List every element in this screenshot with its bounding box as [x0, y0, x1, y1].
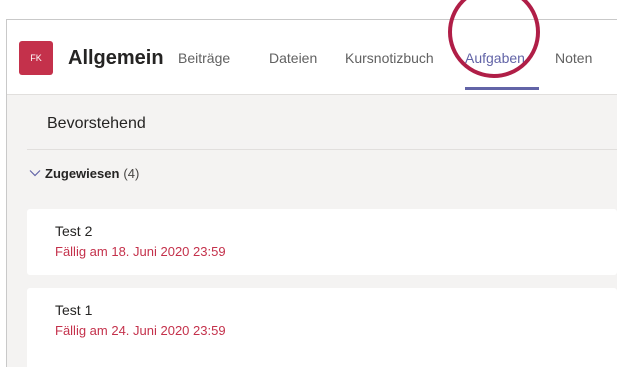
assignment-title: Test 1: [55, 302, 93, 318]
group-count: (4): [123, 165, 140, 181]
group-label: Zugewiesen: [45, 165, 120, 181]
section-divider: [27, 149, 617, 150]
tab-noten[interactable]: Noten: [555, 41, 592, 75]
tab-aufgaben[interactable]: Aufgaben: [465, 41, 525, 75]
group-toggle[interactable]: Zugewiesen (4): [29, 163, 139, 183]
assignment-due-date: Fällig am 18. Juni 2020 23:59: [55, 244, 226, 259]
tab-dateien[interactable]: Dateien: [269, 41, 317, 75]
tab-beitraege[interactable]: Beiträge: [178, 41, 230, 75]
chevron-down-icon: [29, 170, 41, 177]
tab-kursnotizbuch[interactable]: Kursnotizbuch: [345, 41, 434, 75]
teams-window: FK Allgemein Beiträge Dateien Kursnotizb…: [6, 19, 617, 367]
channel-name: Allgemein: [68, 47, 164, 69]
active-tab-indicator: [465, 87, 539, 90]
assignment-card[interactable]: Test 1 Fällig am 24. Juni 2020 23:59: [27, 288, 617, 367]
assignment-title: Test 2: [55, 223, 93, 239]
assignment-card[interactable]: Test 2 Fällig am 18. Juni 2020 23:59: [27, 209, 617, 275]
assignment-due-date: Fällig am 24. Juni 2020 23:59: [55, 323, 226, 338]
channel-header: FK Allgemein Beiträge Dateien Kursnotizb…: [7, 20, 617, 95]
section-title: Bevorstehend: [47, 115, 146, 132]
team-avatar[interactable]: FK: [19, 41, 53, 75]
